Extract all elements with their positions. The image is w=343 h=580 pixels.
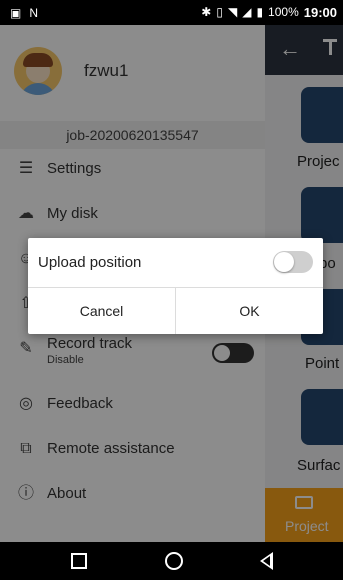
upload-position-switch[interactable] bbox=[273, 251, 313, 273]
bluetooth-icon: ✱ bbox=[201, 5, 212, 19]
battery-icon: ▮ bbox=[256, 5, 264, 19]
clock: 19:00 bbox=[303, 4, 337, 20]
status-bar: ▣ N ✱ ▯ ◥ ◢ ▮ 100% 19:00 bbox=[0, 0, 343, 25]
image-icon: ▣ bbox=[10, 6, 22, 20]
ok-button[interactable]: OK bbox=[176, 288, 323, 334]
vibrate-icon: ▯ bbox=[216, 5, 223, 19]
back-icon[interactable] bbox=[260, 552, 273, 570]
upload-position-dialog: Upload position Cancel OK bbox=[28, 238, 323, 334]
cancel-button[interactable]: Cancel bbox=[28, 288, 175, 334]
recents-icon[interactable] bbox=[71, 553, 87, 569]
home-icon[interactable] bbox=[165, 552, 183, 570]
signal-icon: ◢ bbox=[242, 5, 252, 19]
n-icon: N bbox=[29, 6, 39, 20]
dialog-title: Upload position bbox=[38, 254, 142, 271]
wifi-icon: ◥ bbox=[227, 5, 238, 19]
app-screen: ← Projec po Point Surfac Project fzwu1 j… bbox=[0, 25, 343, 542]
battery-percent: 100% bbox=[268, 5, 299, 19]
system-navigation-bar bbox=[0, 542, 343, 580]
